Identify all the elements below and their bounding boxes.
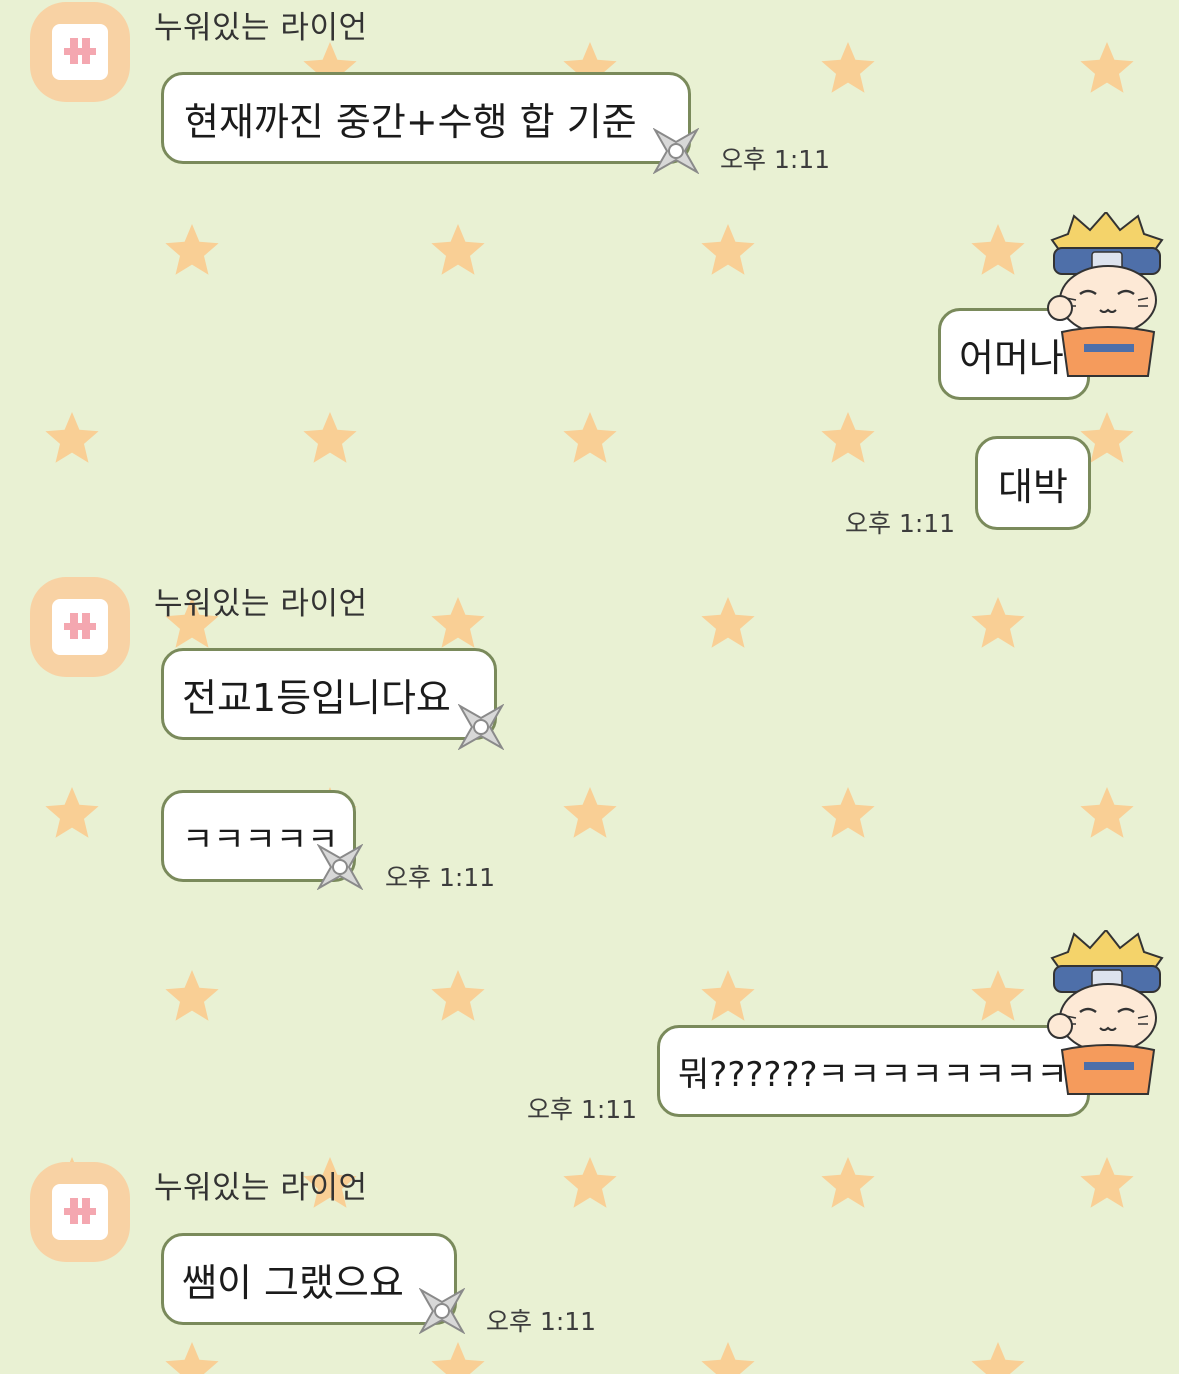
my-message-bubble[interactable]: 대박 bbox=[975, 436, 1091, 530]
star-icon bbox=[971, 597, 1025, 648]
star-icon bbox=[563, 412, 617, 463]
star-icon bbox=[165, 1342, 219, 1374]
message-time: 오후 1:11 bbox=[720, 145, 831, 174]
message-time: 오후 1:11 bbox=[486, 1307, 597, 1336]
star-icon bbox=[821, 787, 875, 838]
message-time: 오후 1:11 bbox=[527, 1095, 638, 1124]
sender-name: 누워있는 라이언 bbox=[154, 1170, 368, 1206]
star-icon bbox=[431, 597, 485, 648]
naruto-sticker-icon bbox=[1047, 212, 1164, 377]
star-icon bbox=[701, 970, 755, 1021]
star-icon bbox=[563, 787, 617, 838]
star-icon bbox=[165, 224, 219, 275]
star-icon bbox=[431, 970, 485, 1021]
shuriken-icon bbox=[419, 1288, 465, 1334]
star-icon bbox=[821, 42, 875, 93]
message-text: 전교1등입니다요 bbox=[182, 675, 451, 720]
star-icon bbox=[971, 970, 1025, 1021]
star-icon bbox=[701, 597, 755, 648]
message-text: 현재까진 중간+수행 합 기준 bbox=[184, 99, 637, 144]
pink-bow-avatar-icon bbox=[52, 1184, 108, 1240]
avatar[interactable] bbox=[30, 577, 130, 677]
star-icon bbox=[1080, 1157, 1134, 1208]
naruto-sticker-icon bbox=[1047, 930, 1164, 1095]
message-text: 대박 bbox=[998, 464, 1068, 509]
star-icon bbox=[45, 412, 99, 463]
avatar[interactable] bbox=[30, 2, 130, 102]
sender-name: 누워있는 라이언 bbox=[154, 10, 368, 46]
shuriken-icon bbox=[317, 844, 363, 890]
star-icon bbox=[563, 1157, 617, 1208]
star-icon bbox=[303, 412, 357, 463]
pink-bow-avatar-icon bbox=[52, 24, 108, 80]
star-icon bbox=[1080, 42, 1134, 93]
star-icon bbox=[165, 970, 219, 1021]
shuriken-icon bbox=[458, 704, 504, 750]
star-icon bbox=[431, 224, 485, 275]
my-message-bubble[interactable]: 뭐??????ㅋㅋㅋㅋㅋㅋㅋㅋㅋㅋ bbox=[657, 1025, 1130, 1117]
sender-name: 누워있는 라이언 bbox=[154, 586, 368, 622]
star-icon bbox=[701, 1342, 755, 1374]
message-text: 쌤이 그랬으요 bbox=[182, 1260, 404, 1305]
message-text: ㅋㅋㅋㅋㅋ bbox=[182, 819, 339, 860]
star-icon bbox=[971, 224, 1025, 275]
star-icon bbox=[701, 224, 755, 275]
star-icon bbox=[971, 1342, 1025, 1374]
avatar[interactable] bbox=[30, 1162, 130, 1262]
message-bubble[interactable]: 전교1등입니다요 bbox=[161, 648, 497, 740]
message-time: 오후 1:11 bbox=[845, 509, 956, 538]
star-icon bbox=[45, 787, 99, 838]
star-icon bbox=[1080, 787, 1134, 838]
star-icon bbox=[821, 412, 875, 463]
message-bubble[interactable]: 현재까진 중간+수행 합 기준 bbox=[161, 72, 691, 164]
star-icon bbox=[431, 1342, 485, 1374]
pink-bow-avatar-icon bbox=[52, 599, 108, 655]
message-bubble[interactable]: 쌤이 그랬으요 bbox=[161, 1233, 457, 1325]
shuriken-icon bbox=[653, 128, 699, 174]
star-icon bbox=[821, 1157, 875, 1208]
message-time: 오후 1:11 bbox=[385, 863, 496, 892]
